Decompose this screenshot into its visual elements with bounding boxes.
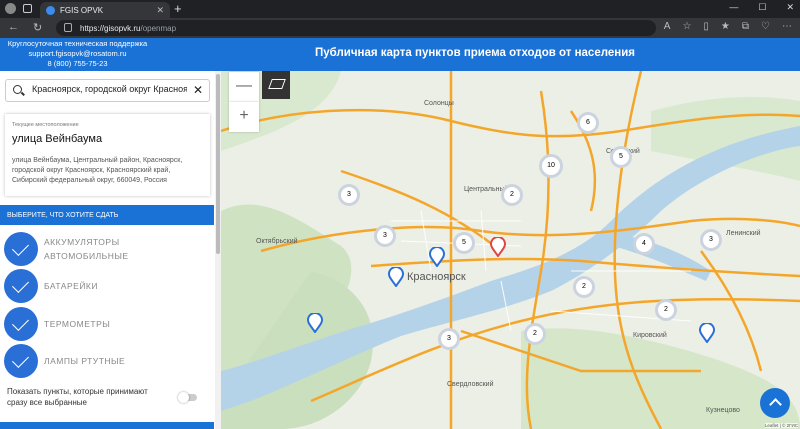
browser-toolbar: A ☆ ▯ ★ ⧉ ♡ ⋯ xyxy=(664,21,792,32)
current-location-card: Текущее местоположение улица Вейнбаума у… xyxy=(5,114,210,196)
address-bar-row: ← ↻ https://gisopvk.ru/openmap A ☆ ▯ ★ ⧉… xyxy=(0,18,800,38)
url-path: /openmap xyxy=(140,23,177,33)
district-label-kuznetsovo: Кузнецово xyxy=(706,407,740,414)
location-pin-icon[interactable] xyxy=(307,313,323,333)
minimize-icon[interactable]: — xyxy=(729,2,738,13)
option-label: АККУМУЛЯТОРЫ xyxy=(44,237,120,247)
favorites-icon[interactable]: ★ xyxy=(721,21,730,32)
waste-option-thermometers[interactable]: ТЕРМОМЕТРЫ xyxy=(4,307,209,342)
back-icon[interactable]: ← xyxy=(8,21,19,33)
cluster-marker[interactable]: 5 xyxy=(453,232,475,254)
district-label-kirovsky: Кировский xyxy=(633,332,667,339)
all-selected-toggle[interactable] xyxy=(178,392,197,403)
support-phone[interactable]: 8 (800) 755-75-23 xyxy=(0,59,155,69)
menu-icon[interactable]: ⋯ xyxy=(782,21,792,32)
cluster-marker[interactable]: 3 xyxy=(338,184,360,206)
read-aloud-icon[interactable]: A xyxy=(664,21,671,32)
site-header: Круглосуточная техническая поддержка sup… xyxy=(0,38,800,71)
cluster-marker[interactable]: 2 xyxy=(524,323,546,345)
cluster-marker[interactable]: 3 xyxy=(374,225,396,247)
window-controls: — ☐ ✕ xyxy=(729,2,794,13)
district-label-solontsy: Солонцы xyxy=(424,100,454,107)
location-street: улица Вейнбаума xyxy=(12,133,103,145)
checked-icon[interactable] xyxy=(4,344,38,378)
cluster-marker[interactable]: 2 xyxy=(655,299,677,321)
favorite-star-icon[interactable]: ☆ xyxy=(682,21,691,32)
sidebar-bottom-bar xyxy=(0,422,214,429)
tab-actions-icon[interactable] xyxy=(23,4,32,13)
city-label: Красноярск xyxy=(407,271,466,283)
forest-area xyxy=(521,328,800,429)
checked-icon[interactable] xyxy=(4,232,38,266)
search-input[interactable] xyxy=(32,84,187,94)
cluster-marker[interactable]: 2 xyxy=(501,184,523,206)
location-caption: Текущее местоположение xyxy=(12,122,79,128)
search-box[interactable]: ✕ xyxy=(5,79,210,102)
option-label: БАТАРЕЙКИ xyxy=(44,281,98,291)
new-tab-icon[interactable]: + xyxy=(174,1,182,16)
clear-search-icon[interactable]: ✕ xyxy=(193,83,203,97)
zoom-in-button[interactable]: + xyxy=(229,102,259,132)
cluster-marker[interactable]: 2 xyxy=(573,276,595,298)
location-pin-icon[interactable] xyxy=(429,247,445,267)
maximize-icon[interactable]: ☐ xyxy=(758,2,766,13)
sidebar-scrollbar-thumb[interactable] xyxy=(216,74,220,254)
waste-option-batteries[interactable]: БАТАРЕЙКИ xyxy=(4,269,209,304)
address-bar[interactable]: https://gisopvk.ru/openmap xyxy=(56,20,656,36)
tab-title: FGIS OPVK xyxy=(60,5,104,15)
reload-icon[interactable]: ↻ xyxy=(33,21,42,34)
map-attribution[interactable]: Leaflet | © 2ГИС xyxy=(764,423,798,428)
page-title: Публичная карта пунктов приема отходов о… xyxy=(315,47,635,59)
collections-icon[interactable]: ⧉ xyxy=(742,21,749,32)
sidebar: ✕ Текущее местоположение улица Вейнбаума… xyxy=(0,71,221,429)
close-window-icon[interactable]: ✕ xyxy=(786,2,794,13)
cluster-marker[interactable]: 4 xyxy=(633,233,655,255)
support-email[interactable]: support.fgisopvk@rosatom.ru xyxy=(0,49,155,59)
zoom-out-button[interactable]: — xyxy=(229,72,259,102)
location-pin-icon[interactable] xyxy=(699,323,715,343)
cluster-marker[interactable]: 6 xyxy=(577,112,599,134)
profile-icon[interactable] xyxy=(5,3,16,14)
url-domain: https://gisopvk.ru xyxy=(80,23,141,33)
option-label: ЛАМПЫ РТУТНЫЕ xyxy=(44,356,126,366)
map[interactable]: Солонцы Центральный Октябрьский Советски… xyxy=(221,71,800,429)
extensions-icon[interactable]: ♡ xyxy=(761,21,770,32)
district-label-sverdlovsky: Свердловский xyxy=(447,381,494,388)
waste-option-car-batteries[interactable]: АККУМУЛЯТОРЫ АВТОМОБИЛЬНЫЕ xyxy=(4,232,209,267)
site-favicon-icon xyxy=(46,5,55,15)
search-icon xyxy=(13,85,22,94)
split-screen-icon[interactable]: ▯ xyxy=(703,21,709,32)
current-location-pin-icon[interactable] xyxy=(490,237,506,257)
support-title: Круглосуточная техническая поддержка xyxy=(7,39,148,48)
district-label-leninsky: Ленинский xyxy=(726,230,761,237)
cluster-marker[interactable]: 5 xyxy=(610,146,632,168)
location-pin-icon[interactable] xyxy=(388,267,404,287)
waste-type-heading: ВЫБЕРИТЕ, ЧТО ХОТИТЕ СДАТЬ xyxy=(0,205,214,225)
cluster-marker[interactable]: 10 xyxy=(539,154,563,178)
checked-icon[interactable] xyxy=(4,269,38,303)
location-full-address: улица Вейнбаума, Центральный район, Крас… xyxy=(12,157,183,184)
site-info-icon[interactable] xyxy=(64,23,72,32)
checked-icon[interactable] xyxy=(4,307,38,341)
cluster-marker[interactable]: 3 xyxy=(700,229,722,251)
scroll-up-button[interactable] xyxy=(760,388,790,418)
cluster-marker[interactable]: 3 xyxy=(438,328,460,350)
browser-tab[interactable]: FGIS OPVK ✕ xyxy=(40,2,170,18)
waste-option-mercury-lamps[interactable]: ЛАМПЫ РТУТНЫЕ xyxy=(4,344,209,379)
option-label-line2: АВТОМОБИЛЬНЫЕ xyxy=(44,251,129,261)
district-label-oktyabrsky: Октябрьский xyxy=(256,238,298,245)
close-tab-icon[interactable]: ✕ xyxy=(156,5,164,16)
layers-icon[interactable] xyxy=(262,71,290,99)
browser-tab-bar: FGIS OPVK ✕ + — ☐ ✕ xyxy=(0,0,800,18)
river-branch xyxy=(601,231,711,281)
option-label: ТЕРМОМЕТРЫ xyxy=(44,319,111,329)
support-info: Круглосуточная техническая поддержка sup… xyxy=(0,39,155,69)
